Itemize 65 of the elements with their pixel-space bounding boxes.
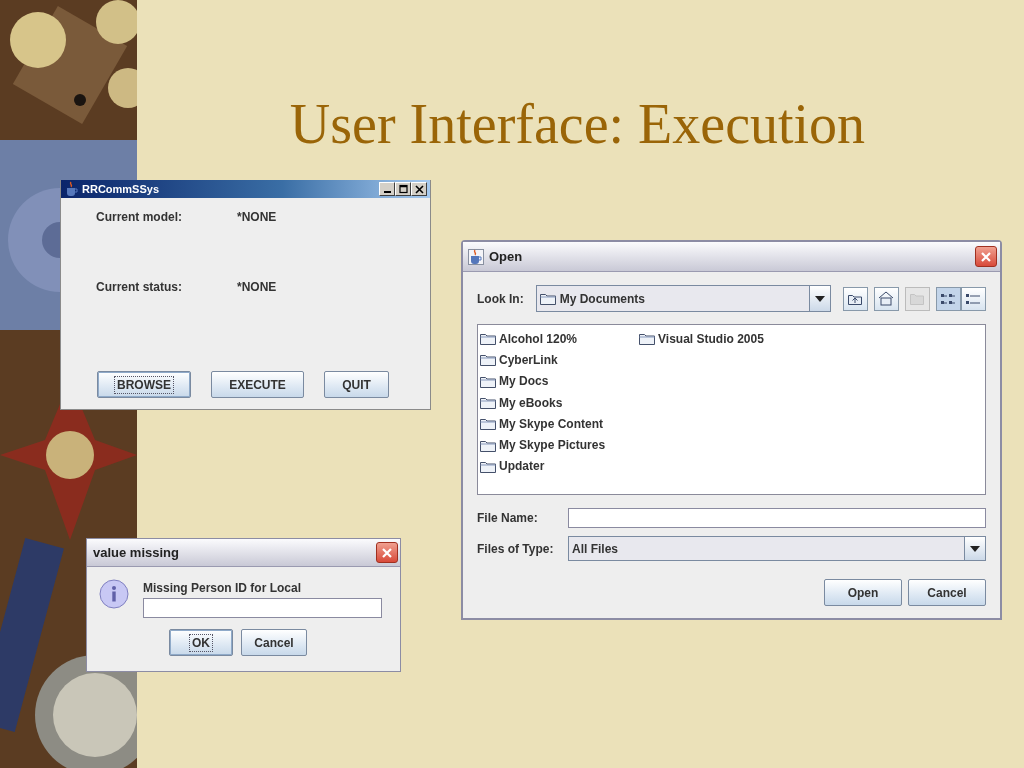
file-item[interactable]: Updater [499,459,545,474]
dropdown-value: My Documents [559,291,646,306]
close-icon [981,251,991,262]
details-view-icon [965,291,982,306]
dialog-button[interactable]: Open [824,579,902,606]
caret-icon [814,295,825,302]
window-title: value missing [93,545,180,560]
file-item[interactable]: My Docs [499,374,549,389]
folder-dropdown[interactable]: My Documents [535,285,831,312]
file-item[interactable]: My eBooks [499,395,563,410]
folder-icon [639,332,656,346]
file-item[interactable]: Visual Studio 2005 [658,331,764,346]
view-toggle-button[interactable] [935,286,961,311]
window-title: Open [489,249,524,264]
maximize-icon [397,184,409,194]
file-type-label: Files of Type: [477,541,555,556]
close-button[interactable] [376,542,398,563]
folder-icon [480,417,496,431]
dialog-button[interactable]: OK [169,629,233,656]
dialog-button[interactable]: BROWSE [97,371,191,398]
field-value: *NONE [237,280,277,294]
file-type-dropdown[interactable]: All Files [568,536,986,561]
close-icon [413,184,425,194]
dialog-button[interactable]: EXECUTE [211,371,304,398]
dropdown-arrow-button[interactable] [964,537,985,560]
field-label: Current status: [96,280,183,294]
cup-icon [468,248,484,265]
file-item[interactable]: Alcohol 120% [499,331,578,346]
info-icon [99,579,129,609]
folder-icon [909,291,926,306]
dropdown-value: All Files [572,541,618,556]
dialog-button[interactable]: Cancel [908,579,986,606]
field-label: Current model: [96,210,183,224]
cup-icon [64,181,78,197]
folder-icon [480,438,496,452]
file-name-field[interactable] [568,508,986,528]
look-in-label: Look In: [477,291,524,306]
view-toggle-button[interactable] [960,286,986,311]
dropdown-arrow-button[interactable] [808,286,830,311]
folder-icon [539,292,556,305]
close-icon [382,547,392,558]
dialog-button[interactable]: QUIT [324,371,389,398]
folder-icon [480,374,496,388]
maximize-button[interactable] [395,182,411,196]
file-item[interactable]: My Skype Content [499,416,603,431]
minimize-button[interactable] [379,182,395,196]
folder-icon [480,459,496,473]
list-view-icon [940,291,957,306]
folder-icon [480,332,496,346]
field-value: *NONE [237,210,277,224]
minimize-icon [383,191,391,193]
toolbar-button[interactable] [842,286,868,311]
file-name-label: File Name: [477,511,539,525]
text-field[interactable] [143,598,382,618]
folder-icon [480,353,496,367]
dialog-message: Missing Person ID for Local [143,581,303,595]
file-item[interactable]: CyberLink [499,352,558,367]
house-icon [878,291,895,306]
window-title: RRCommSSys [82,183,161,195]
folder-icon [480,396,496,410]
dialog-button[interactable]: Cancel [241,629,307,656]
close-button[interactable] [975,246,997,267]
slide-title: User Interface: Execution [288,92,867,156]
caret-icon [970,545,980,552]
file-item[interactable]: My Skype Pictures [499,438,606,453]
